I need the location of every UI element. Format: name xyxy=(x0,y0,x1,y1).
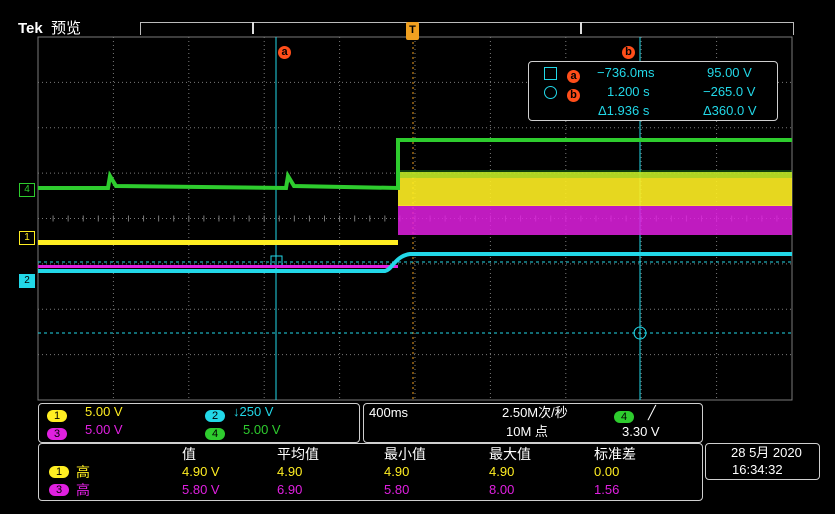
ch2-trace xyxy=(38,252,792,273)
ch3-setting[interactable]: 3 5.00 V xyxy=(47,422,123,442)
horizontal-settings-panel[interactable]: 400ms 2.50M次/秒 10M 点 4 ╱ 3.30 V xyxy=(363,403,703,443)
table-row[interactable]: 3 高 5.80 V 6.90 5.80 8.00 1.56 xyxy=(39,482,702,499)
date-display: 28 5月 2020 xyxy=(731,445,802,460)
ch2-badge: 2 xyxy=(205,410,225,422)
row2-min: 5.80 xyxy=(384,482,410,497)
cursor-a-value: 95.00 V xyxy=(707,65,752,80)
row2-mean: 6.90 xyxy=(277,482,303,497)
sample-rate: 2.50M次/秒 xyxy=(502,405,568,420)
row1-max: 4.90 xyxy=(489,464,515,479)
row1-mean: 4.90 xyxy=(277,464,303,479)
ch4-setting[interactable]: 4 5.00 V xyxy=(205,422,281,442)
record-length: 10M 点 xyxy=(506,424,548,439)
circle-cursor-icon xyxy=(544,86,557,99)
cursor-delta-time: Δ1.936 s xyxy=(598,103,650,118)
cursor-b-value: −265.0 V xyxy=(703,84,756,99)
row1-value: 4.90 V xyxy=(182,464,220,479)
row1-stddev: 0.00 xyxy=(594,464,620,479)
row2-max: 8.00 xyxy=(489,482,515,497)
measurement-header-stddev: 标准差 xyxy=(594,446,636,462)
measurement-panel[interactable]: 值 平均值 最小值 最大值 标准差 1 高 4.90 V 4.90 4.90 4… xyxy=(38,443,703,501)
row2-label: 高 xyxy=(76,482,90,498)
cursor-b-time: 1.200 s xyxy=(607,84,650,99)
measurement-header-min: 最小值 xyxy=(384,446,426,462)
trigger-setting[interactable]: 4 xyxy=(614,407,634,425)
ch3-scale: 5.00 V xyxy=(85,422,123,437)
ch1-offset-marker[interactable]: 1 xyxy=(19,231,35,245)
cursor-a-icon: a xyxy=(278,46,291,59)
ch1-setting[interactable]: 1 5.00 V xyxy=(47,404,123,424)
ch4-noise xyxy=(398,170,792,178)
ch4-offset-marker[interactable]: 4 xyxy=(19,183,35,197)
table-row[interactable]: 1 高 4.90 V 4.90 4.90 4.90 0.00 xyxy=(39,464,702,481)
cursor-a-label[interactable]: a xyxy=(278,42,291,60)
ch4-scale: 5.00 V xyxy=(243,422,281,437)
trigger-source-badge: 4 xyxy=(614,411,634,423)
time-display: 16:34:32 xyxy=(732,462,783,477)
ch3-trace-pre xyxy=(38,265,398,268)
square-cursor-icon xyxy=(544,67,557,80)
ch1-scale: 5.00 V xyxy=(85,404,123,419)
ch3-trace-post xyxy=(398,205,792,235)
row2-channel-badge: 3 xyxy=(49,484,69,496)
ch1-badge: 1 xyxy=(47,410,67,422)
row1-channel-badge: 1 xyxy=(49,466,69,478)
ch2-offset-marker[interactable]: 2 xyxy=(19,274,35,288)
trigger-position-marker[interactable]: T xyxy=(406,22,419,40)
cursor-a-readout-icon: a xyxy=(567,70,580,83)
measurement-header-mean: 平均值 xyxy=(277,446,319,462)
cursor-b-readout-icon: b xyxy=(567,89,580,102)
trigger-slope-icon: ╱ xyxy=(648,405,656,420)
ch1-trace-pre xyxy=(38,240,398,245)
cursor-b-icon: b xyxy=(622,46,635,59)
row2-value: 5.80 V xyxy=(182,482,220,497)
row2-stddev: 1.56 xyxy=(594,482,620,497)
row1-label: 高 xyxy=(76,464,90,480)
row1-min: 4.90 xyxy=(384,464,410,479)
datetime-panel[interactable]: 28 5月 2020 16:34:32 xyxy=(705,443,820,480)
cursor-readout-box[interactable]: a −736.0ms 95.00 V b 1.200 s −265.0 V Δ1… xyxy=(528,61,778,121)
measurement-header-value: 值 xyxy=(182,446,196,462)
channel-settings-panel[interactable]: 1 5.00 V 2 ↓250 V 3 5.00 V 4 5.00 V xyxy=(38,403,360,443)
ch4-badge: 4 xyxy=(205,428,225,440)
measurement-header-max: 最大值 xyxy=(489,446,531,462)
ch3-badge: 3 xyxy=(47,428,67,440)
timebase: 400ms xyxy=(369,405,409,420)
oscilloscope-screen: Tek 预览 T a b 4 1 2 a −736.0ms 95.00 V b … xyxy=(0,0,835,514)
cursor-b-label[interactable]: b xyxy=(622,42,635,60)
cursor-a-time: −736.0ms xyxy=(597,65,655,80)
trigger-level: 3.30 V xyxy=(622,424,660,439)
ch2-setting[interactable]: 2 ↓250 V xyxy=(205,404,273,424)
ch2-scale: ↓250 V xyxy=(233,404,274,419)
cursor-delta-value: Δ360.0 V xyxy=(703,103,757,118)
